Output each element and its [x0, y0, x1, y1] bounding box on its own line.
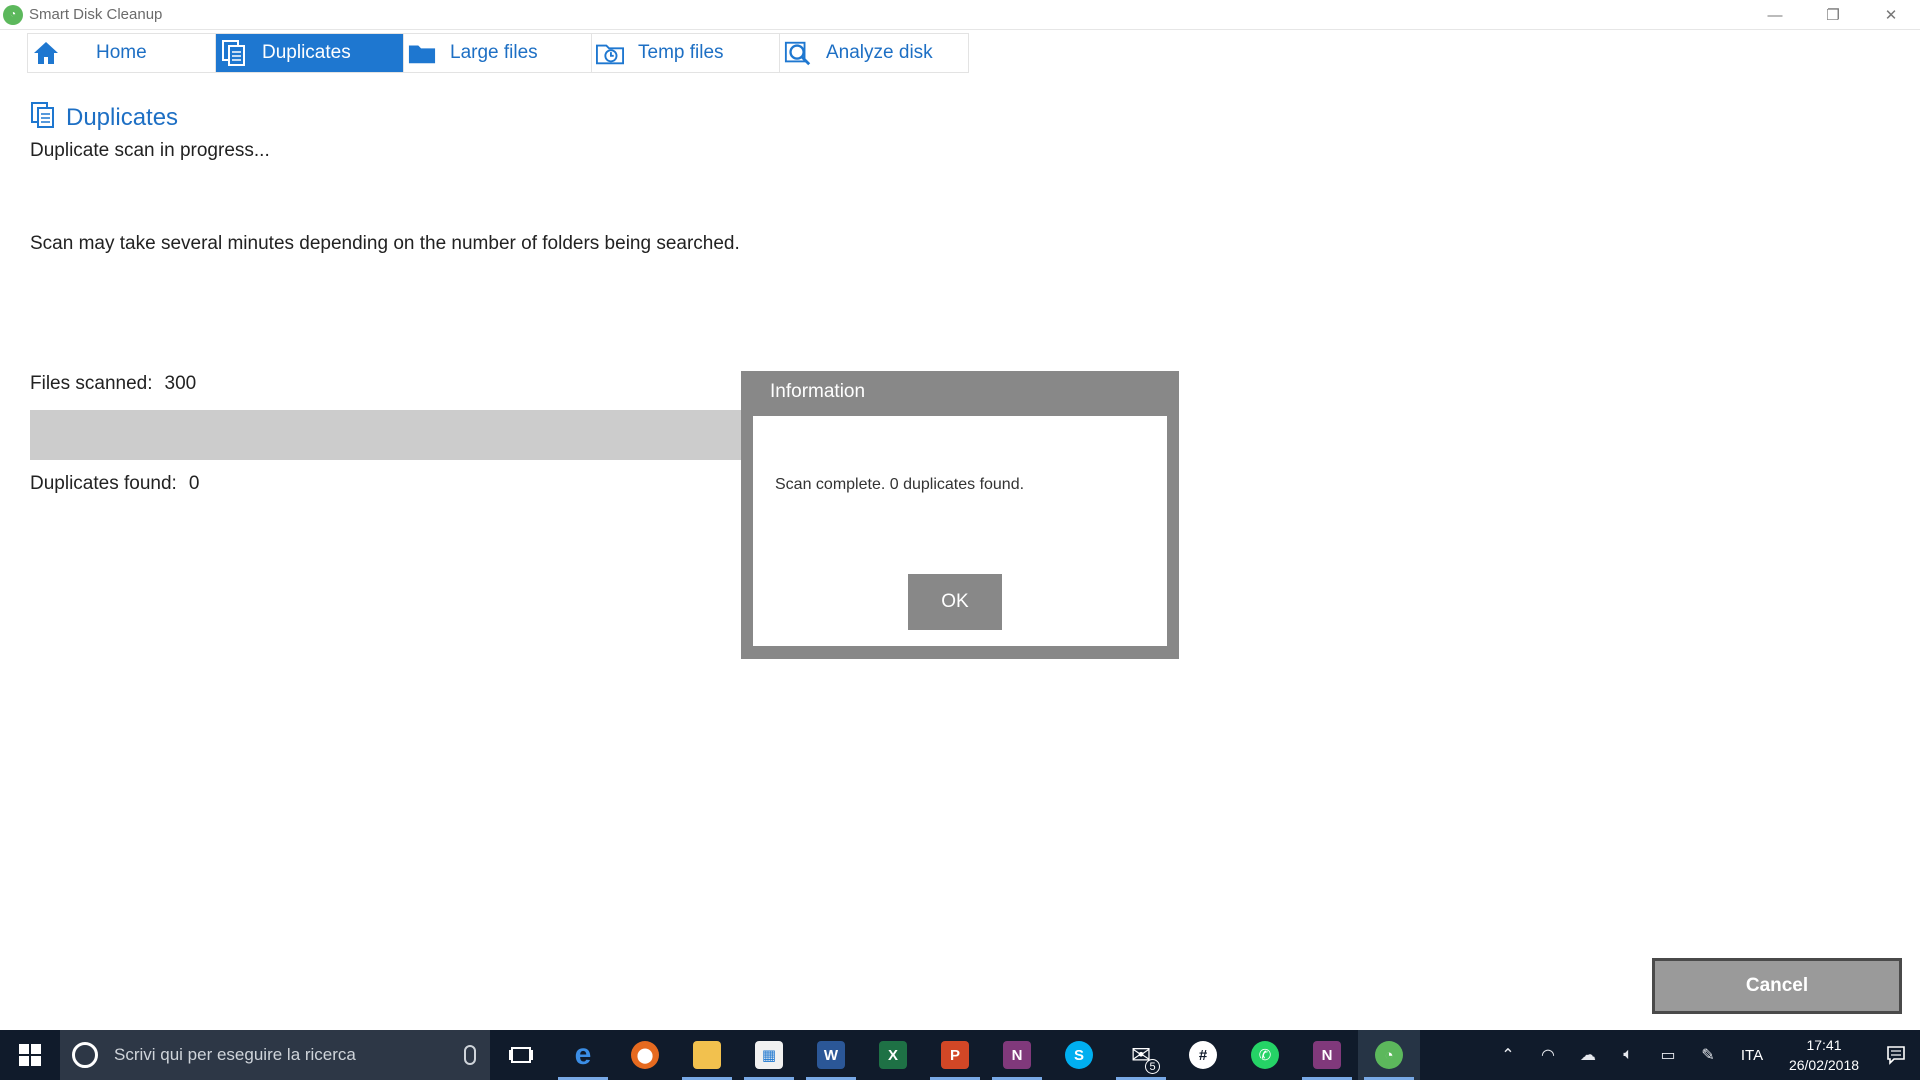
title-bar: ◔ Smart Disk Cleanup — ❐ ✕: [0, 0, 1920, 30]
taskbar-search[interactable]: Scrivi qui per eseguire la ricerca: [60, 1030, 490, 1080]
battery-icon[interactable]: ▭: [1648, 1030, 1688, 1080]
skype-icon[interactable]: S: [1048, 1030, 1110, 1080]
duplicates-found-value: 0: [188, 473, 200, 494]
clock-time: 17:41: [1806, 1037, 1842, 1053]
tab-home-label: Home: [96, 42, 147, 63]
edge-icon[interactable]: e: [552, 1030, 614, 1080]
tab-home[interactable]: Home: [28, 34, 216, 72]
clock-date: 26/02/2018: [1788, 1057, 1860, 1073]
folder-icon: [408, 39, 436, 67]
scan-progress-fill: [30, 410, 750, 460]
scan-status-text: Duplicate scan in progress...: [30, 140, 270, 161]
microphone-icon[interactable]: [464, 1045, 476, 1065]
analyze-icon: [784, 39, 812, 67]
cortana-icon: [72, 1042, 98, 1068]
cancel-button[interactable]: Cancel: [1652, 958, 1902, 1014]
tab-duplicates-label: Duplicates: [262, 42, 351, 63]
volume-icon[interactable]: 🔈︎: [1608, 1030, 1648, 1080]
duplicates-found-label: Duplicates found:: [30, 473, 177, 494]
pen-icon[interactable]: ✎: [1688, 1030, 1728, 1080]
tab-duplicates[interactable]: Duplicates: [216, 34, 404, 72]
word-icon[interactable]: W: [800, 1030, 862, 1080]
windows-icon: [19, 1044, 41, 1066]
restore-button[interactable]: ❐: [1804, 0, 1862, 30]
search-placeholder: Scrivi qui per eseguire la ricerca: [114, 1045, 356, 1064]
taskbar: Scrivi qui per eseguire la ricerca e ⬤ ▦…: [0, 1030, 1920, 1080]
tab-temp-files-label: Temp files: [638, 42, 724, 63]
tab-analyze-disk-label: Analyze disk: [826, 42, 933, 63]
information-dialog: Information Scan complete. 0 duplicates …: [741, 371, 1179, 659]
wifi-icon[interactable]: ◠: [1528, 1030, 1568, 1080]
tab-large-files[interactable]: Large files: [404, 34, 592, 72]
app-logo-icon: ◔: [3, 4, 23, 25]
mail-icon[interactable]: ✉ 5: [1110, 1030, 1172, 1080]
store-icon[interactable]: ▦: [738, 1030, 800, 1080]
temp-files-icon: [596, 39, 624, 67]
minimize-button[interactable]: —: [1746, 0, 1804, 30]
page-title: Duplicates: [66, 103, 179, 131]
firefox-icon[interactable]: ⬤: [614, 1030, 676, 1080]
duplicates-section-icon: [30, 101, 56, 134]
show-hidden-icons-icon[interactable]: ⌃: [1488, 1030, 1528, 1080]
onedrive-icon[interactable]: ☁: [1568, 1030, 1608, 1080]
files-scanned-value: 300: [164, 373, 197, 394]
window-controls: — ❐ ✕: [1746, 0, 1920, 30]
clock[interactable]: 17:41 26/02/2018: [1776, 1035, 1872, 1075]
mail-badge: 5: [1145, 1059, 1160, 1074]
task-view-icon[interactable]: [490, 1030, 552, 1080]
file-explorer-icon[interactable]: [676, 1030, 738, 1080]
taskbar-apps: e ⬤ ▦ W X P N S ✉ 5 # ✆ N ◔: [490, 1030, 1420, 1080]
onenote-icon[interactable]: N: [986, 1030, 1048, 1080]
dialog-title: Information: [770, 381, 866, 402]
whatsapp-icon[interactable]: ✆: [1234, 1030, 1296, 1080]
smart-disk-cleanup-icon[interactable]: ◔: [1358, 1030, 1420, 1080]
action-center-icon[interactable]: [1872, 1045, 1920, 1065]
duplicates-icon: [220, 39, 248, 67]
dialog-body: Scan complete. 0 duplicates found. OK: [753, 416, 1167, 646]
onenote-2-icon[interactable]: N: [1296, 1030, 1358, 1080]
section-header: Duplicates: [30, 101, 178, 134]
scan-note-text: Scan may take several minutes depending …: [30, 233, 740, 254]
files-scanned-label: Files scanned:: [30, 373, 153, 394]
close-button[interactable]: ✕: [1862, 0, 1920, 30]
tab-temp-files[interactable]: Temp files: [592, 34, 780, 72]
window-title: Smart Disk Cleanup: [29, 6, 163, 23]
tab-large-files-label: Large files: [450, 42, 538, 63]
scan-progress-bar: [30, 410, 750, 460]
ok-button[interactable]: OK: [908, 574, 1002, 630]
tab-analyze-disk[interactable]: Analyze disk: [780, 34, 968, 72]
files-scanned-stat: Files scanned: 300: [30, 373, 196, 395]
powerpoint-icon[interactable]: P: [924, 1030, 986, 1080]
system-tray: ⌃ ◠ ☁ 🔈︎ ▭ ✎ ITA 17:41 26/02/2018: [1488, 1030, 1920, 1080]
home-icon: [32, 39, 60, 67]
duplicates-found-stat: Duplicates found: 0: [30, 473, 199, 495]
excel-icon[interactable]: X: [862, 1030, 924, 1080]
main-tabs: Home Duplicates Large files Temp files A…: [27, 33, 969, 73]
slack-icon[interactable]: #: [1172, 1030, 1234, 1080]
dialog-message: Scan complete. 0 duplicates found.: [775, 476, 1025, 493]
input-language[interactable]: ITA: [1728, 1047, 1776, 1064]
start-button[interactable]: [0, 1030, 60, 1080]
